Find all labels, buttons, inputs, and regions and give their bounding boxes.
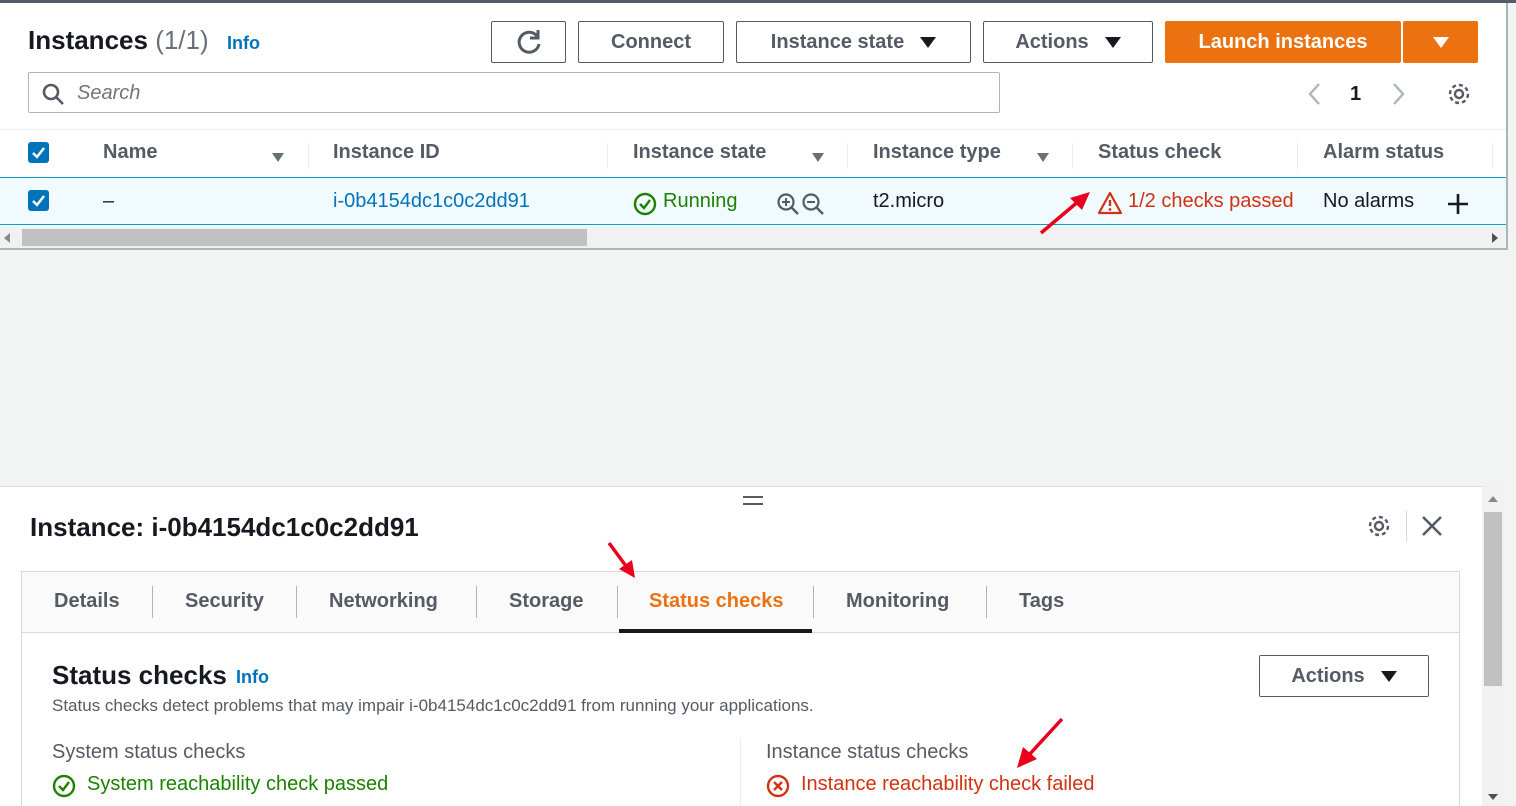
column-header-instance-type[interactable]: Instance type — [873, 141, 1001, 164]
connect-button[interactable]: Connect — [578, 21, 724, 63]
instance-status-heading: Instance status checks — [766, 741, 969, 763]
tab-status-checks[interactable]: Status checks — [649, 590, 784, 613]
close-icon[interactable] — [1421, 515, 1443, 537]
refresh-button[interactable] — [491, 21, 566, 63]
instances-panel: Instances (1/1) Info Connect Instance st… — [0, 3, 1508, 250]
error-icon — [766, 774, 790, 798]
refresh-icon — [517, 30, 540, 54]
section-title: Status checks — [52, 660, 227, 690]
column-divider — [847, 143, 848, 169]
sort-icon[interactable] — [272, 149, 284, 167]
check-icon — [32, 195, 45, 207]
tab-monitoring[interactable]: Monitoring — [846, 590, 949, 613]
scroll-down-icon[interactable] — [1488, 794, 1498, 800]
row-checkbox[interactable] — [28, 190, 49, 211]
sort-icon[interactable] — [812, 149, 824, 167]
search-icon — [42, 83, 64, 105]
caret-down-icon — [1432, 36, 1449, 48]
column-header-instance-state[interactable]: Instance state — [633, 141, 766, 164]
column-divider — [308, 143, 309, 169]
caret-down-icon — [920, 36, 937, 48]
actions-label: Actions — [1015, 30, 1089, 53]
instance-id-link[interactable]: i-0b4154dc1c0c2dd91 — [333, 190, 530, 213]
section-description: Status checks detect problems that may i… — [52, 696, 814, 715]
tab-tags[interactable]: Tags — [1019, 590, 1064, 613]
status-actions-button[interactable]: Actions — [1259, 655, 1429, 697]
annotation-arrow-icon — [607, 541, 635, 578]
caret-down-icon — [1104, 36, 1121, 48]
column-header-name[interactable]: Name — [103, 141, 157, 164]
search-box[interactable] — [28, 72, 1000, 113]
detail-title: Instance: i-0b4154dc1c0c2dd91 — [30, 512, 419, 542]
page-title-text: Instances — [28, 25, 148, 55]
launch-instances-button[interactable]: Launch instances — [1165, 21, 1401, 63]
scrollbar-thumb[interactable] — [22, 229, 587, 246]
column-divider — [607, 143, 608, 169]
instance-status-result: Instance reachability check failed — [801, 773, 1095, 795]
status-check-value[interactable]: 1/2 checks passed — [1128, 190, 1294, 213]
column-divider — [1297, 143, 1298, 169]
tab-divider — [476, 586, 477, 618]
info-link[interactable]: Info — [227, 33, 260, 54]
previous-page-icon[interactable] — [1305, 81, 1325, 107]
annotation-arrow-icon — [1039, 192, 1090, 235]
instance-count: (1/1) — [155, 25, 209, 55]
column-header-alarm-status[interactable]: Alarm status — [1323, 141, 1444, 164]
table-top-divider — [0, 129, 1506, 130]
tab-divider — [152, 586, 153, 618]
tab-security[interactable]: Security — [185, 590, 264, 613]
instance-state-button[interactable]: Instance state — [736, 21, 971, 63]
row-name: – — [103, 190, 115, 212]
system-status-heading: System status checks — [52, 741, 246, 763]
check-icon — [32, 147, 45, 159]
zoom-out-icon[interactable] — [801, 192, 825, 216]
settings-icon[interactable] — [1446, 81, 1472, 107]
resize-handle-icon[interactable] — [743, 496, 763, 498]
tab-storage[interactable]: Storage — [509, 590, 583, 613]
horizontal-scrollbar[interactable] — [0, 227, 1506, 248]
actions-button[interactable]: Actions — [983, 21, 1153, 63]
scroll-right-icon[interactable] — [1492, 233, 1498, 243]
tab-divider — [986, 586, 987, 618]
success-icon — [633, 192, 657, 216]
settings-icon[interactable] — [1366, 513, 1392, 539]
system-status-result: System reachability check passed — [87, 773, 389, 795]
annotation-arrow-icon — [1017, 717, 1064, 768]
warning-icon — [1097, 191, 1123, 215]
instance-state-value: Running — [663, 190, 738, 212]
alarm-status-value: No alarms — [1323, 190, 1415, 212]
success-icon — [52, 774, 76, 798]
launch-dropdown-button[interactable] — [1403, 21, 1478, 63]
scrollbar-thumb[interactable] — [1484, 512, 1502, 686]
active-tab-indicator — [619, 629, 812, 633]
tab-details[interactable]: Details — [54, 590, 120, 613]
scroll-left-icon[interactable] — [4, 233, 10, 243]
page-title: Instances (1/1) — [28, 25, 209, 56]
plus-icon[interactable] — [1446, 192, 1470, 216]
tab-networking[interactable]: Networking — [329, 590, 438, 613]
caret-down-icon — [1380, 670, 1397, 682]
tab-divider — [813, 586, 814, 618]
column-divider — [1072, 143, 1073, 169]
column-header-instance-id[interactable]: Instance ID — [333, 141, 440, 164]
tab-divider — [617, 586, 618, 618]
resize-handle-icon[interactable] — [743, 503, 763, 505]
select-all-checkbox[interactable] — [28, 142, 49, 163]
search-input[interactable] — [77, 79, 977, 107]
vertical-scrollbar[interactable] — [1482, 486, 1504, 806]
column-divider — [1492, 143, 1493, 169]
divider — [1406, 510, 1407, 542]
scroll-up-icon[interactable] — [1488, 496, 1498, 502]
instance-state-label: Instance state — [770, 30, 905, 53]
current-page[interactable]: 1 — [1350, 83, 1361, 106]
info-link[interactable]: Info — [236, 667, 269, 688]
instance-type-value: t2.micro — [873, 190, 945, 212]
zoom-in-icon[interactable] — [776, 192, 800, 216]
next-page-icon[interactable] — [1388, 81, 1408, 107]
sort-icon[interactable] — [1037, 149, 1049, 167]
column-header-status-check[interactable]: Status check — [1098, 141, 1221, 164]
column-divider — [740, 738, 741, 806]
tab-divider — [296, 586, 297, 618]
actions-label: Actions — [1291, 664, 1365, 687]
